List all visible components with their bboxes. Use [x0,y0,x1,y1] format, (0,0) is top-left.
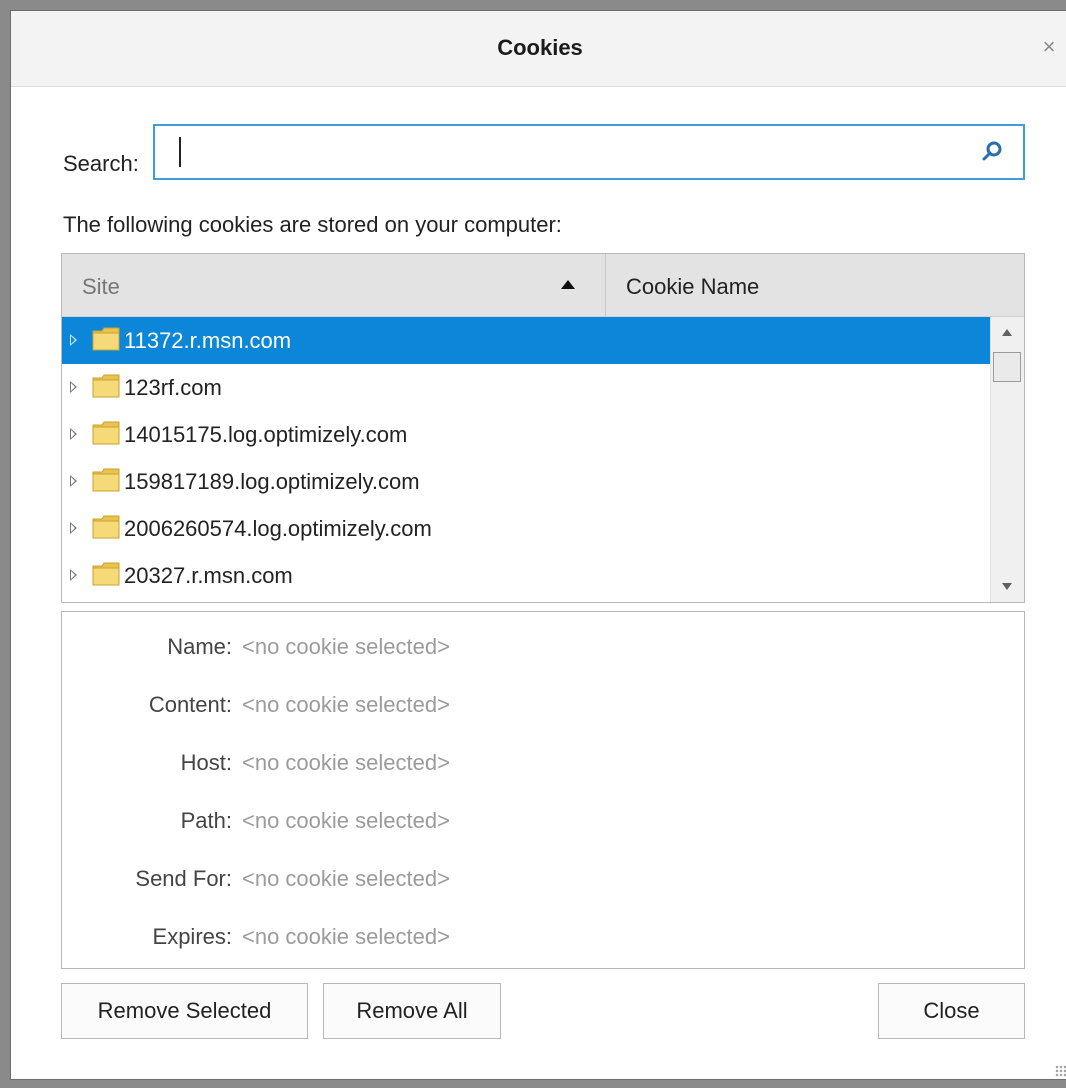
tree-row[interactable]: 14015175.log.optimizely.com [62,411,990,458]
tree-row[interactable]: 123rf.com [62,364,990,411]
sort-ascending-icon [561,280,575,289]
column-header-site[interactable]: Site [62,254,606,316]
folder-icon [92,562,120,586]
close-button[interactable]: Close [878,983,1025,1039]
detail-value: <no cookie selected> [242,634,450,659]
detail-value: <no cookie selected> [242,692,450,717]
cookies-dialog: Cookies × Search: The following cookies … [10,10,1066,1080]
expand-twisty-icon[interactable] [70,522,77,534]
detail-row: Send For: <no cookie selected> [62,858,1024,898]
remove-all-button[interactable]: Remove All [323,983,501,1039]
search-icon[interactable] [981,140,1003,162]
detail-label: Name: [167,634,232,659]
site-label: 159817189.log.optimizely.com [124,469,420,494]
vertical-scrollbar[interactable] [990,317,1024,602]
cookies-info-text: The following cookies are stored on your… [63,212,562,237]
tree-row[interactable]: 2006260574.log.optimizely.com [62,505,990,552]
title-bar: Cookies × [11,11,1066,87]
detail-label: Host: [180,750,232,775]
expand-twisty-icon[interactable] [70,475,77,487]
detail-label: Expires: [152,924,232,949]
folder-icon [92,327,120,351]
site-label: 14015175.log.optimizely.com [124,422,408,447]
tree-row[interactable]: 11372.r.msn.com [62,317,990,364]
column-header-cookie-name[interactable]: Cookie Name [606,254,1024,316]
expand-twisty-icon[interactable] [70,569,77,581]
folder-icon [92,374,120,398]
search-input[interactable] [153,124,1025,180]
site-label: 2006260574.log.optimizely.com [124,516,432,541]
column-cookie-name-label: Cookie Name [626,274,760,299]
cookie-details-panel: Name: <no cookie selected> Content: <no coo… [61,611,1025,969]
detail-value: <no cookie selected> [242,750,450,775]
resize-grip-icon[interactable] [1055,1065,1066,1077]
expand-twisty-icon[interactable] [70,334,77,346]
cookies-tree[interactable]: Site Cookie Name 11372.r.msn.com 123rf.co… [61,253,1025,603]
remove-selected-button[interactable]: Remove Selected [61,983,308,1039]
search-label: Search: [63,151,139,176]
detail-label: Content: [148,692,232,717]
detail-value: <no cookie selected> [242,866,450,891]
text-caret [179,137,181,167]
tree-row[interactable]: 159817189.log.optimizely.com [62,458,990,505]
detail-value: <no cookie selected> [242,808,450,833]
site-label: 123rf.com [124,375,222,400]
detail-row: Path: <no cookie selected> [62,800,1024,840]
site-label: 20327.r.msn.com [124,563,293,588]
detail-row: Name: <no cookie selected> [62,626,1024,666]
detail-label: Path: [180,808,232,833]
folder-icon [92,515,120,539]
scrollbar-thumb[interactable] [993,352,1021,382]
tree-rows: 11372.r.msn.com 123rf.com 14015175.log.opt… [62,317,990,602]
folder-icon [92,421,120,445]
site-label: 11372.r.msn.com [124,328,292,353]
dialog-title: Cookies [497,35,583,60]
detail-value: <no cookie selected> [242,924,450,949]
folder-icon [92,468,120,492]
scroll-up-arrow-icon[interactable] [1002,329,1012,336]
column-site-label: Site [82,274,120,299]
expand-twisty-icon[interactable] [70,381,77,393]
expand-twisty-icon[interactable] [70,428,77,440]
detail-row: Content: <no cookie selected> [62,684,1024,724]
detail-label: Send For: [135,866,232,891]
detail-row: Host: <no cookie selected> [62,742,1024,782]
tree-row[interactable]: 20327.r.msn.com [62,552,990,599]
tree-header: Site Cookie Name [62,254,1024,317]
detail-row: Expires: <no cookie selected> [62,916,1024,956]
scroll-down-arrow-icon[interactable] [1002,583,1012,590]
close-icon[interactable]: × [1039,36,1059,58]
